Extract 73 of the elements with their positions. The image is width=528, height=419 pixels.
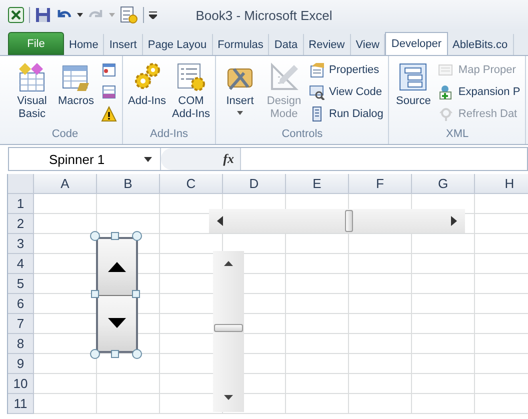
ribbon-small-icon: [101, 84, 117, 100]
column-header[interactable]: D: [223, 174, 286, 194]
selection-handle[interactable]: [91, 290, 99, 298]
ribbon-icon: [397, 61, 430, 93]
group-label: Code: [50, 127, 80, 142]
row-header[interactable]: 10: [8, 374, 34, 394]
column-header[interactable]: G: [412, 174, 475, 194]
ribbon-small-icon: [438, 62, 454, 78]
row-header[interactable]: 2: [8, 214, 34, 234]
row-header[interactable]: 1: [8, 194, 34, 214]
column-header[interactable]: E: [286, 174, 349, 194]
column-header[interactable]: C: [160, 174, 223, 194]
selection-handle[interactable]: [132, 290, 140, 298]
row-header[interactable]: 5: [8, 274, 34, 294]
checklist-icon[interactable]: [120, 6, 138, 24]
customize-toolbar-icon[interactable]: [149, 11, 157, 19]
right-arrow-icon[interactable]: [451, 216, 457, 226]
scrollbar-thumb[interactable]: [214, 324, 243, 332]
selection-handle[interactable]: [132, 349, 142, 359]
column-header[interactable]: B: [97, 174, 160, 194]
column-header[interactable]: H: [475, 174, 528, 194]
left-arrow-icon[interactable]: [217, 216, 223, 226]
dropdown-icon[interactable]: [77, 13, 83, 17]
ribbon-button[interactable]: Visual Basic: [11, 59, 53, 127]
ribbon-icon: [268, 61, 300, 93]
window-title: Book3 - Microsoft Excel: [196, 8, 332, 23]
ribbon-small-button[interactable]: [99, 104, 119, 123]
ribbon-small-button[interactable]: Properties: [307, 60, 386, 79]
down-arrow-icon[interactable]: [108, 318, 126, 328]
down-arrow-icon[interactable]: [224, 395, 233, 400]
ribbon-small-icon: [101, 62, 117, 78]
cell-grid[interactable]: A B C D E F G H 1 2 3 4 5 6 7 8 9 10 11: [8, 174, 528, 414]
vertical-scrollbar[interactable]: [213, 251, 244, 412]
ribbon-small-button[interactable]: Expansion P: [436, 82, 522, 101]
ribbon-tab[interactable]: Developer: [385, 32, 448, 55]
spinner-control[interactable]: [90, 231, 144, 359]
selection-handle[interactable]: [90, 349, 100, 359]
ribbon-button[interactable]: COM Add-Ins: [170, 59, 212, 127]
ribbon-button[interactable]: Macros: [55, 59, 97, 127]
ribbon-small-icon: [438, 84, 454, 100]
row-header[interactable]: 9: [8, 354, 34, 374]
scrollbar-thumb[interactable]: [345, 210, 354, 232]
row-header[interactable]: 3: [8, 234, 34, 254]
ribbon-small-icon: [309, 84, 325, 100]
up-arrow-icon[interactable]: [108, 262, 126, 272]
selection-handle[interactable]: [90, 231, 100, 241]
row-header[interactable]: 4: [8, 254, 34, 274]
row-header[interactable]: 7: [8, 314, 34, 334]
save-icon[interactable]: [35, 7, 51, 23]
ribbon-icon: [175, 61, 207, 93]
selection-handle[interactable]: [111, 350, 119, 358]
group-label: XML: [444, 127, 470, 142]
row-header[interactable]: 11: [8, 394, 34, 414]
ribbon-tab[interactable]: File: [8, 32, 64, 55]
row-header[interactable]: 6: [8, 294, 34, 314]
column-header[interactable]: A: [34, 174, 97, 194]
selection-handle[interactable]: [111, 232, 119, 240]
ribbon-small-icon: [438, 106, 454, 122]
ribbon-small-button[interactable]: Run Dialog: [307, 104, 386, 123]
ribbon-small-icon: [309, 62, 325, 78]
row-header[interactable]: 8: [8, 334, 34, 354]
group-label: Add-Ins: [149, 127, 189, 142]
ribbon-button[interactable]: Add-Ins: [126, 59, 168, 127]
up-arrow-icon[interactable]: [224, 261, 233, 266]
group-label: Controls: [280, 127, 324, 142]
ribbon-small-button[interactable]: View Code: [307, 82, 386, 101]
ribbon-button[interactable]: Source: [392, 59, 434, 127]
ribbon-small-icon: [101, 106, 117, 122]
horizontal-scrollbar[interactable]: [209, 209, 465, 233]
ribbon-button[interactable]: Insert: [219, 59, 261, 127]
selection-handle[interactable]: [132, 231, 142, 241]
excel-logo-icon[interactable]: [8, 7, 24, 23]
column-header[interactable]: F: [349, 174, 412, 194]
